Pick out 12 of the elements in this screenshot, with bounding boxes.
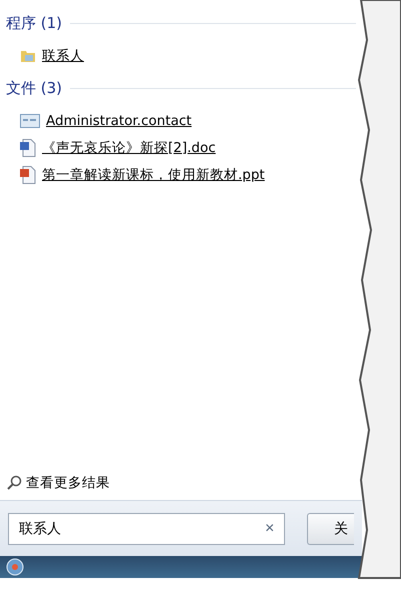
more-results-link[interactable]: 查看更多结果	[6, 470, 110, 496]
result-item[interactable]: Administrator.contact	[20, 107, 192, 134]
shutdown-button[interactable]: 关	[307, 512, 354, 544]
group-heading: 程序 (1)	[6, 14, 62, 32]
start-orb-icon[interactable]	[6, 558, 24, 576]
clear-button[interactable]: ×	[262, 520, 276, 538]
contact-card-icon	[20, 114, 40, 128]
group-heading: 文件 (3)	[6, 78, 62, 98]
search-icon	[6, 475, 22, 491]
search-field[interactable]: 联系人 ×	[8, 512, 286, 544]
word-document-icon	[20, 138, 36, 156]
powerpoint-document-icon	[20, 166, 36, 184]
